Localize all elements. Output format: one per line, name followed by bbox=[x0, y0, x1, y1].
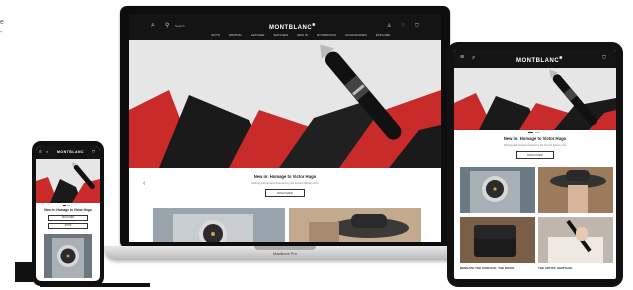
carousel-indicator[interactable] bbox=[528, 132, 540, 133]
leather-image bbox=[460, 217, 535, 263]
edge-text-fragment: - bbox=[0, 29, 3, 36]
bag-icon[interactable]: ⛉ bbox=[92, 149, 95, 154]
writing-image bbox=[538, 217, 613, 263]
laptop-notch bbox=[254, 246, 316, 250]
tablet-promo-subtitle: Writing instruments inspired by the Fren… bbox=[503, 144, 567, 147]
location-icon[interactable]: ⚲ bbox=[165, 22, 169, 29]
tile-writing[interactable] bbox=[538, 217, 613, 263]
logo-star-icon: ✱ bbox=[559, 55, 564, 60]
tablet-screen: ≡ ⌕ MONTBLANC✱ ⛉ New in: Homage to Victo… bbox=[454, 50, 616, 279]
hero-banner[interactable] bbox=[129, 40, 441, 168]
tile-watch[interactable] bbox=[460, 167, 535, 213]
nav-link-accessories[interactable]: ACCESSORIES bbox=[345, 33, 367, 37]
phone-tile-watch[interactable] bbox=[44, 234, 92, 278]
nav-link-leather[interactable]: LEATHER bbox=[251, 33, 265, 37]
tile-leather[interactable] bbox=[460, 217, 535, 263]
product-tile-hat[interactable] bbox=[289, 208, 421, 242]
hero-image bbox=[129, 40, 441, 168]
phone-hero-image bbox=[36, 159, 100, 203]
phone-screen: ≡ ⌕ MONTBLANC ⛉ New in: Homage to Victor bbox=[36, 146, 100, 281]
tile-caption-left[interactable]: BENEATH THE SURFACE: THE MOON bbox=[460, 266, 535, 270]
tile-caption-right[interactable]: THE ARTIST: HERITAGE bbox=[538, 266, 613, 270]
nav-link-new-in[interactable]: NEW IN bbox=[297, 33, 308, 37]
bag-icon[interactable]: ⛉ bbox=[602, 55, 606, 61]
edge-text-fragment: e bbox=[0, 19, 4, 26]
main-nav: GIFTS WRITING LEATHER WATCHES NEW IN NOT… bbox=[211, 33, 390, 37]
phone-discover-button[interactable]: DISCOVER bbox=[48, 215, 88, 221]
hat-image bbox=[538, 167, 613, 213]
laptop-device: ⌕ ⚲ Search MONTBLANC✱ ♙ ♡ ⛉ GIFTS WRITIN… bbox=[120, 6, 450, 248]
logo-text: MONTBLANC bbox=[269, 25, 313, 31]
decorative-bar bbox=[15, 262, 33, 282]
menu-icon[interactable]: ≡ bbox=[460, 54, 464, 61]
phone-promo-title: New in: Homage to Victor Hugo bbox=[44, 208, 92, 212]
search-icon[interactable]: ⌕ bbox=[151, 22, 155, 30]
logo-text: MONTBLANC bbox=[516, 58, 560, 64]
tablet-device: ≡ ⌕ MONTBLANC✱ ⛉ New in: Homage to Victo… bbox=[447, 42, 623, 287]
tablet-header: ≡ ⌕ MONTBLANC✱ ⛉ bbox=[454, 50, 616, 68]
watch-image bbox=[153, 208, 285, 242]
phone-carousel-indicator[interactable] bbox=[63, 205, 70, 206]
nav-link-writing[interactable]: WRITING bbox=[229, 33, 242, 37]
promo-subtitle: Writing instruments inspired by the Fren… bbox=[251, 181, 319, 185]
phone-header: ≡ ⌕ MONTBLANC ⛉ bbox=[36, 146, 100, 159]
bag-icon[interactable]: ⛉ bbox=[415, 23, 419, 29]
phone-hero[interactable] bbox=[36, 159, 100, 203]
search-icon[interactable]: ⌕ bbox=[46, 149, 48, 154]
site-header: ⌕ ⚲ Search MONTBLANC✱ ♙ ♡ ⛉ GIFTS WRITIN… bbox=[129, 14, 441, 40]
phone-device: ≡ ⌕ MONTBLANC ⛉ New in: Homage to Victor bbox=[32, 141, 104, 286]
nav-link-gifts[interactable]: GIFTS bbox=[211, 33, 220, 37]
tablet-discover-button[interactable]: DISCOVER bbox=[516, 151, 554, 159]
nav-link-watches[interactable]: WATCHES bbox=[273, 33, 288, 37]
hat-image bbox=[289, 208, 421, 242]
tablet-hero[interactable] bbox=[454, 68, 616, 130]
logo-text: MONTBLANC bbox=[57, 150, 85, 154]
logo-star-icon: ✱ bbox=[312, 22, 317, 27]
promo-title: New in: Homage to Victor Hugo bbox=[253, 174, 317, 179]
watch-image bbox=[44, 234, 92, 278]
tablet-logo[interactable]: MONTBLANC✱ bbox=[516, 55, 563, 64]
tablet-hero-image bbox=[454, 68, 616, 130]
product-tile-watch[interactable] bbox=[153, 208, 285, 242]
decorative-bar bbox=[40, 283, 150, 287]
tablet-promo-title: New in: Homage to Victor Hugo bbox=[503, 136, 567, 141]
search-icon[interactable]: ⌕ bbox=[472, 55, 475, 62]
logo[interactable]: MONTBLANC✱ bbox=[269, 22, 316, 31]
discover-button[interactable]: DISCOVER bbox=[265, 189, 305, 197]
menu-icon[interactable]: ≡ bbox=[39, 149, 42, 155]
wishlist-icon[interactable]: ♡ bbox=[401, 23, 405, 29]
device-label: MacBook Pro bbox=[272, 251, 297, 256]
nav-link-notebooks[interactable]: NOTEBOOKS bbox=[317, 33, 336, 37]
search-hint[interactable]: Search bbox=[175, 24, 185, 28]
watch-image bbox=[460, 167, 535, 213]
phone-logo[interactable]: MONTBLANC bbox=[57, 150, 84, 154]
carousel-prev-icon[interactable]: ‹ bbox=[143, 180, 145, 187]
account-icon[interactable]: ♙ bbox=[387, 23, 391, 29]
phone-shop-button[interactable]: SHOP bbox=[48, 223, 88, 229]
laptop-screen: ⌕ ⚲ Search MONTBLANC✱ ♙ ♡ ⛉ GIFTS WRITIN… bbox=[129, 14, 441, 242]
nav-link-explore[interactable]: EXPLORE bbox=[376, 33, 390, 37]
tile-hat[interactable] bbox=[538, 167, 613, 213]
